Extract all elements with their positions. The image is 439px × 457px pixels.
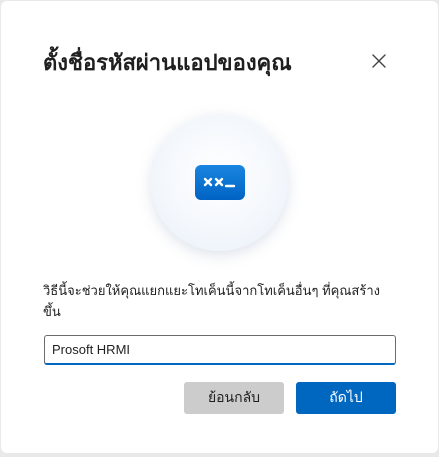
close-button[interactable] bbox=[367, 49, 391, 73]
dialog-description: วิธีนี้จะช่วยให้คุณแยกแยะโทเค็นนี้จากโทเ… bbox=[43, 283, 380, 319]
password-icon bbox=[195, 165, 245, 200]
next-button[interactable]: ถัดไป bbox=[296, 382, 396, 414]
hero-illustration bbox=[151, 114, 288, 251]
close-icon bbox=[372, 54, 386, 68]
dialog-title: ตั้งชื่อรหัสผ่านแอปของคุณ bbox=[43, 50, 292, 75]
app-password-dialog: ตั้งชื่อรหัสผ่านแอปของคุณ วิธีนี้จะช่วยใ… bbox=[1, 1, 438, 453]
back-button[interactable]: ย้อนกลับ bbox=[184, 382, 284, 414]
app-password-name-input[interactable] bbox=[44, 335, 396, 365]
